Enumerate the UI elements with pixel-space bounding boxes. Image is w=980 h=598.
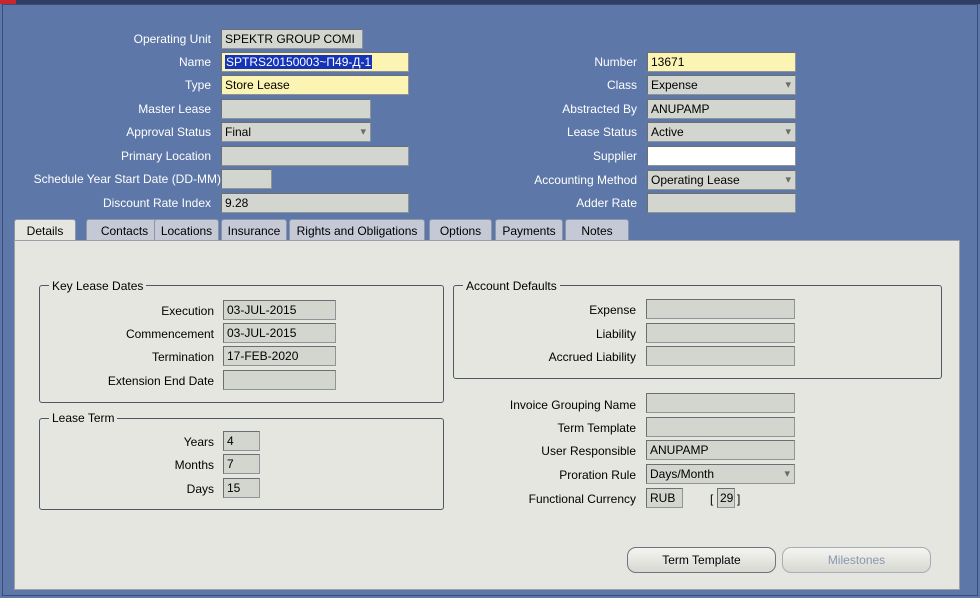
- discount-rate-index-label: Discount Rate Index: [102, 196, 211, 210]
- years-field[interactable]: 4: [223, 431, 260, 451]
- type-label: Type: [184, 78, 211, 92]
- invoice-grouping-name-field[interactable]: [646, 393, 795, 413]
- tab-insurance[interactable]: Insurance: [221, 219, 287, 241]
- type-field[interactable]: Store Lease: [221, 75, 409, 95]
- user-responsible-field[interactable]: ANUPAMP: [646, 440, 795, 460]
- tab-rights-and-obligations[interactable]: Rights and Obligations: [289, 219, 425, 241]
- name-field[interactable]: SPTRS20150003~П49-Д-1: [221, 52, 409, 72]
- months-label: Months: [174, 458, 214, 472]
- commencement-label: Commencement: [125, 327, 214, 341]
- class-select[interactable]: Expense: [647, 75, 796, 95]
- expense-label: Expense: [589, 303, 636, 317]
- currency-precision-field[interactable]: 29: [717, 488, 735, 508]
- schedule-year-start-label: Schedule Year Start Date (DD-MM): [33, 172, 221, 186]
- abstracted-by-field[interactable]: ANUPAMP: [647, 99, 796, 119]
- name-field-selection: SPTRS20150003~П49-Д-1: [225, 55, 373, 69]
- class-label: Class: [606, 78, 637, 92]
- commencement-field[interactable]: 03-JUL-2015: [223, 323, 336, 343]
- abstracted-by-label: Abstracted By: [562, 102, 637, 116]
- milestones-button[interactable]: Milestones: [782, 547, 931, 573]
- proration-rule-select[interactable]: Days/Month: [646, 464, 795, 484]
- lease-status-select[interactable]: Active: [647, 122, 796, 142]
- accounting-method-select[interactable]: Operating Lease: [647, 170, 796, 190]
- operating-unit-field[interactable]: SPEKTR GROUP COMI: [221, 29, 363, 49]
- expense-field[interactable]: [646, 299, 795, 319]
- termination-label: Termination: [151, 350, 214, 364]
- approval-status-select[interactable]: Final: [221, 122, 371, 142]
- operating-unit-label: Operating Unit: [133, 32, 211, 46]
- currency-bracket-close: ]: [737, 492, 741, 506]
- accounting-method-label: Accounting Method: [534, 173, 637, 187]
- liability-label: Liability: [595, 327, 636, 341]
- schedule-year-start-field[interactable]: [221, 169, 272, 189]
- discount-rate-index-field[interactable]: 9.28: [221, 193, 409, 213]
- tab-locations[interactable]: Locations: [154, 219, 219, 241]
- termination-field[interactable]: 17-FEB-2020: [223, 346, 336, 366]
- functional-currency-field[interactable]: RUB: [646, 488, 683, 508]
- term-template-label: Term Template: [557, 421, 636, 435]
- accrued-liability-label: Accrued Liability: [548, 350, 636, 364]
- tab-options[interactable]: Options: [429, 219, 492, 241]
- tab-payments[interactable]: Payments: [495, 219, 563, 241]
- days-label: Days: [186, 482, 214, 496]
- approval-status-label: Approval Status: [126, 125, 211, 139]
- execution-label: Execution: [161, 304, 214, 318]
- currency-bracket-open: [: [710, 492, 714, 506]
- tab-contacts[interactable]: Contacts: [86, 219, 163, 241]
- adder-rate-field[interactable]: [647, 193, 796, 213]
- lease-status-label: Lease Status: [566, 125, 637, 139]
- execution-field[interactable]: 03-JUL-2015: [223, 300, 336, 320]
- user-responsible-label: User Responsible: [541, 444, 636, 458]
- extension-end-date-label: Extension End Date: [107, 374, 214, 388]
- master-lease-field[interactable]: [221, 99, 371, 119]
- liability-field[interactable]: [646, 323, 795, 343]
- account-defaults-title: Account Defaults: [463, 279, 560, 293]
- days-field[interactable]: 15: [223, 478, 260, 498]
- accrued-liability-field[interactable]: [646, 346, 795, 366]
- tab-details[interactable]: Details: [14, 219, 76, 242]
- term-template-button[interactable]: Term Template: [627, 547, 776, 573]
- adder-rate-label: Adder Rate: [576, 196, 637, 210]
- key-lease-dates-title: Key Lease Dates: [49, 279, 147, 293]
- master-lease-label: Master Lease: [138, 102, 211, 116]
- invoice-grouping-name-label: Invoice Grouping Name: [509, 398, 636, 412]
- months-field[interactable]: 7: [223, 454, 260, 474]
- lease-term-title: Lease Term: [49, 411, 118, 425]
- name-label: Name: [178, 55, 211, 69]
- proration-rule-label: Proration Rule: [559, 468, 636, 482]
- number-field[interactable]: 13671: [647, 52, 796, 72]
- tab-notes[interactable]: Notes: [565, 219, 629, 241]
- extension-end-date-field[interactable]: [223, 370, 336, 390]
- primary-location-field[interactable]: [221, 146, 409, 166]
- primary-location-label: Primary Location: [120, 149, 211, 163]
- supplier-label: Supplier: [592, 149, 637, 163]
- functional-currency-label: Functional Currency: [528, 492, 636, 506]
- supplier-field[interactable]: [647, 146, 796, 166]
- term-template-field[interactable]: [646, 417, 795, 437]
- number-label: Number: [594, 55, 637, 69]
- years-label: Years: [183, 435, 214, 449]
